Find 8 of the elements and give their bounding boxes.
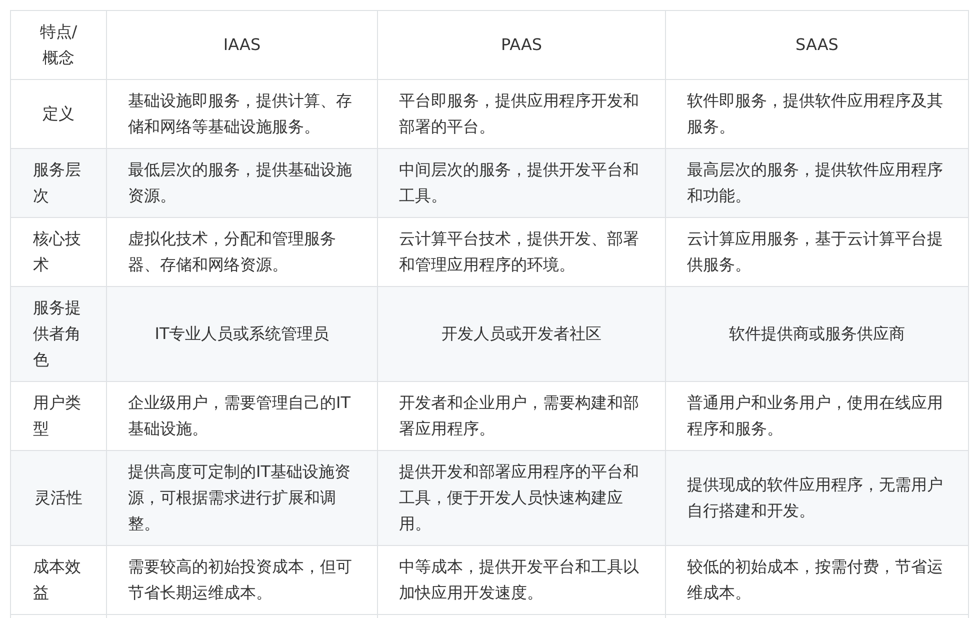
column-header: IAAS — [106, 10, 378, 80]
column-header: PAAS — [378, 10, 666, 80]
table-cell: 中等成本，提供开发平台和工具以加快应用开发速度。 — [378, 546, 666, 614]
column-header: 特点/概念 — [10, 10, 106, 80]
table-cell: 需要较高的初始投资成本，但可节省长期运维成本。 — [106, 546, 378, 614]
row-header: 成本效益 — [10, 546, 106, 614]
table-cell: 较低的初始成本，按需付费，节省运维成本。 — [666, 546, 968, 614]
column-header: SAAS — [666, 10, 968, 80]
